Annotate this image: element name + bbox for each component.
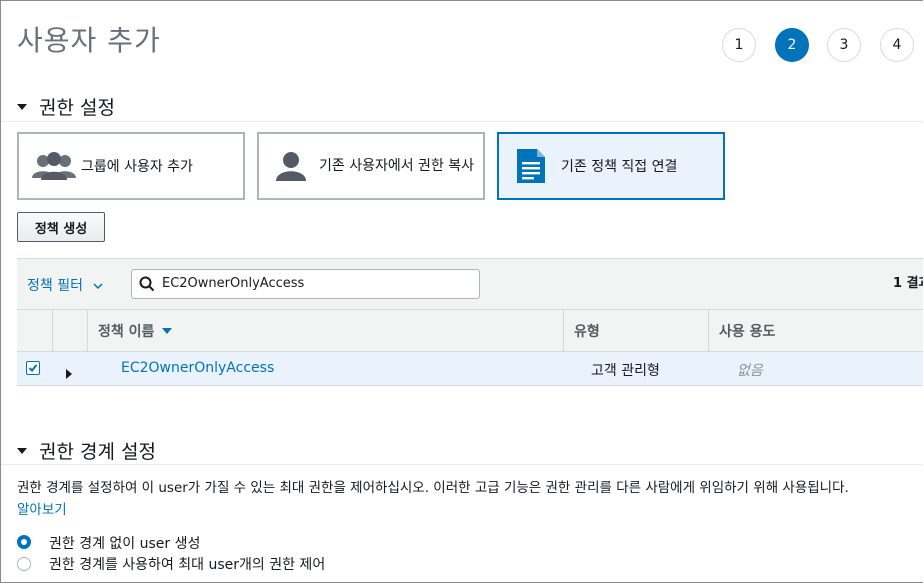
checkmark-icon — [28, 364, 38, 372]
caret-down-icon — [17, 447, 27, 454]
row-checkbox[interactable] — [26, 361, 40, 375]
option-copy-permissions[interactable]: 기존 사용자에서 권한 복사 — [257, 132, 485, 200]
users-group-icon — [31, 150, 77, 182]
caret-down-icon — [17, 103, 27, 110]
option-label: 기존 사용자에서 권한 복사 — [319, 157, 475, 174]
boundary-section-toggle[interactable]: 권한 경계 설정 — [17, 437, 156, 464]
header-type[interactable]: 유형 — [563, 310, 708, 351]
permissions-heading: 권한 설정 — [39, 97, 115, 119]
policy-usage: 없음 — [737, 363, 763, 379]
filter-bar: 정책 필터 1 결과 — [17, 258, 923, 310]
header-select — [17, 310, 52, 351]
user-icon — [275, 150, 307, 182]
document-icon — [515, 148, 547, 184]
result-count: 1 결과 — [893, 276, 923, 291]
create-policy-button[interactable]: 정책 생성 — [17, 212, 105, 242]
filter-label: 정책 필터 — [27, 278, 83, 294]
header-label: 유형 — [574, 323, 600, 340]
search-icon — [139, 276, 155, 296]
option-add-to-group[interactable]: 그룹에 사용자 추가 — [17, 132, 245, 200]
expand-triangle-icon[interactable] — [66, 364, 72, 383]
policy-name-link[interactable]: EC2OwnerOnlyAccess — [121, 360, 274, 376]
page-title: 사용자 추가 — [17, 24, 161, 57]
radio-label-no-boundary: 권한 경계 없이 user 생성 — [49, 536, 201, 552]
radio-use-boundary[interactable] — [17, 557, 31, 571]
step-1[interactable]: 1 — [722, 28, 756, 62]
table-row[interactable]: EC2OwnerOnlyAccess 고객 관리형 없음 — [17, 352, 923, 386]
permissions-section-toggle[interactable]: 권한 설정 — [17, 93, 115, 120]
option-attach-existing-policies[interactable]: 기존 정책 직접 연결 — [497, 132, 725, 200]
page-frame: 사용자 추가 1 2 3 4 권한 설정 그룹에 사용자 추가 기존 사용자에서… — [0, 0, 923, 583]
table-header: 정책 이름 유형 사용 용도 — [17, 310, 923, 352]
learn-more-link[interactable]: 알아보기 — [17, 498, 67, 518]
header-label: 사용 용도 — [719, 323, 776, 340]
policy-type: 고객 관리형 — [591, 363, 660, 379]
chevron-down-icon — [93, 278, 103, 294]
search-box[interactable] — [131, 269, 480, 299]
option-label: 그룹에 사용자 추가 — [81, 159, 193, 175]
step-2-active[interactable]: 2 — [775, 28, 809, 62]
sort-desc-icon — [162, 323, 173, 339]
step-4[interactable]: 4 — [880, 28, 914, 62]
header-usage[interactable]: 사용 용도 — [708, 310, 923, 351]
divider — [1, 464, 923, 465]
step-3[interactable]: 3 — [827, 28, 861, 62]
radio-no-boundary[interactable] — [17, 535, 31, 549]
header-policy-name[interactable]: 정책 이름 — [87, 310, 563, 351]
header-label: 정책 이름 — [98, 323, 155, 340]
option-label: 기존 정책 직접 연결 — [561, 159, 678, 175]
divider — [1, 121, 923, 122]
header-expand — [52, 310, 87, 351]
boundary-description: 권한 경계를 설정하여 이 user가 가질 수 있는 최대 권한을 제어하십시… — [17, 480, 849, 496]
boundary-heading: 권한 경계 설정 — [39, 441, 156, 463]
search-input[interactable] — [160, 275, 474, 292]
radio-label-use-boundary: 권한 경계를 사용하여 최대 user개의 권한 제어 — [49, 557, 326, 573]
policy-filter-dropdown[interactable]: 정책 필터 — [27, 275, 103, 295]
